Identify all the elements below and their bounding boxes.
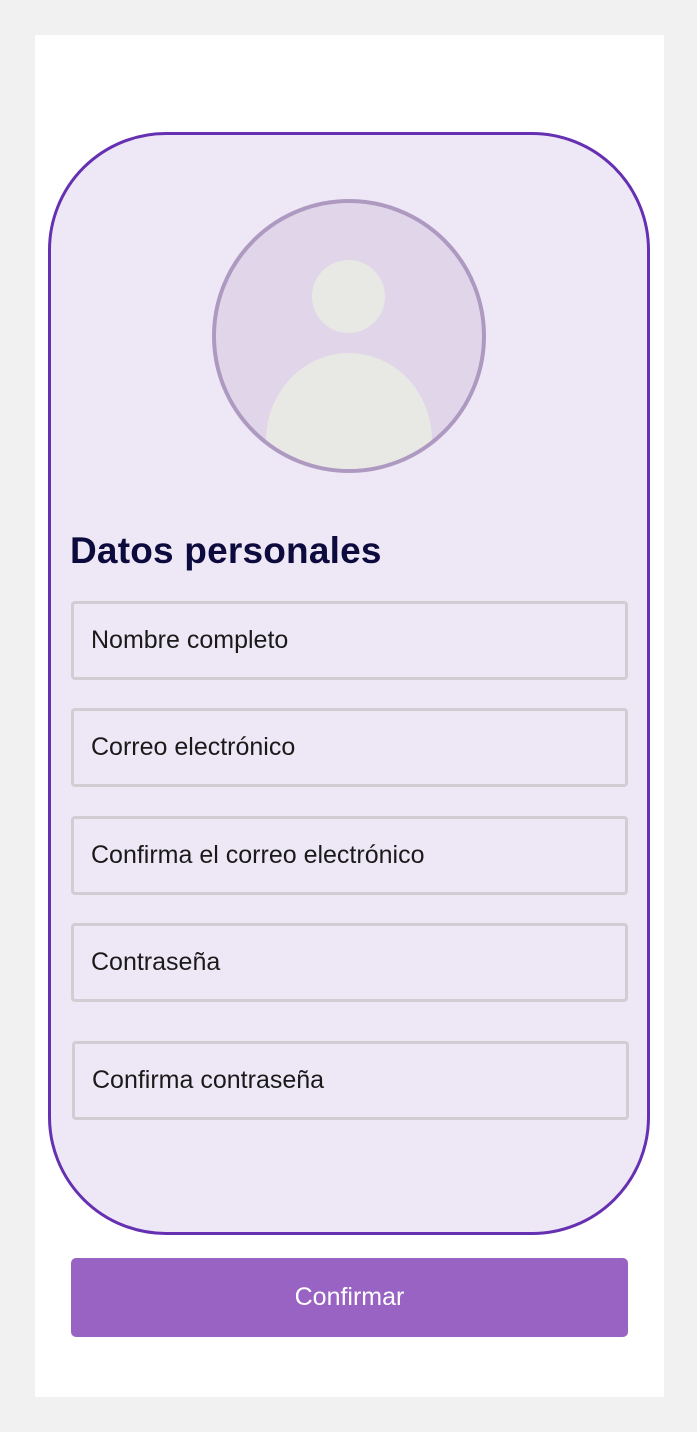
confirm-password-field[interactable] — [72, 1041, 629, 1120]
user-placeholder-icon-head — [312, 260, 385, 333]
confirm-email-field[interactable] — [71, 816, 628, 895]
confirm-button[interactable]: Confirmar — [71, 1258, 628, 1337]
email-field[interactable] — [71, 708, 628, 787]
full-name-field[interactable] — [71, 601, 628, 680]
section-title: Datos personales — [70, 530, 382, 571]
password-field[interactable] — [71, 923, 628, 1002]
avatar[interactable] — [212, 199, 486, 473]
user-placeholder-icon-body — [266, 353, 432, 469]
